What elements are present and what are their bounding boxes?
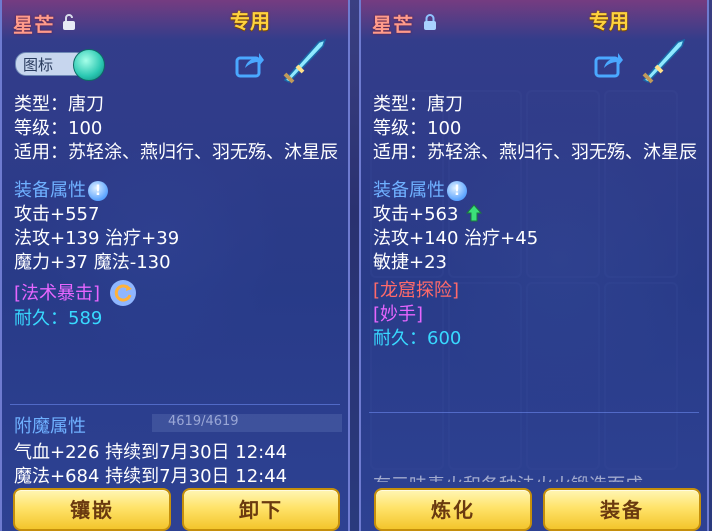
item-level: 等级：100 [373,118,462,139]
icon-toggle[interactable]: 图标 [15,48,105,81]
item-stats: 类型：唐刀 等级：100 适用：苏轻涂、燕归行、羽无殇、沐星辰 装备属性 ! 攻… [373,93,703,351]
skill-name: [妙手] [373,304,424,325]
item-stats: 类型：唐刀 等级：100 适用：苏轻涂、燕归行、羽无殇、沐星辰 装备属性 ! 攻… [14,93,344,331]
stat-attack: 攻击+563 [373,204,459,225]
item-applies: 适用：苏轻涂、燕归行、羽无殇、沐星辰 [14,142,338,163]
divider [10,404,340,405]
divider [369,412,699,413]
locked-padlock-icon[interactable] [423,14,437,30]
sword-icon [283,38,327,84]
attributes-header-label: 装备属性 [14,180,86,201]
skill-line: [法术暴击] [14,279,344,307]
unlocked-padlock-icon[interactable] [62,14,76,30]
item-type: 类型：唐刀 [14,94,104,115]
compared-item-tooltip: 星芒 专用 类型：唐刀 等级：100 适用：苏轻涂、燕归行、羽无殇、沐星辰 装备… [359,0,709,531]
equipped-item-tooltip: 星芒 专用 图标 类型：唐刀 等级：100 适用：苏轻涂、燕归行、羽无殇、沐星辰… [0,0,350,531]
enchant-header: 附魔属性 [14,416,86,437]
item-name: 星芒 [372,13,414,37]
toggle-knob [73,49,105,81]
item-type: 类型：唐刀 [373,94,463,115]
enchant-mp: 魔法+684 持续到7月30日 12:44 [14,466,288,487]
stat-attack: 攻击+557 [14,204,100,225]
attributes-header-label: 装备属性 [373,180,445,201]
enchant-hp: 气血+226 持续到7月30日 12:44 [14,442,288,463]
durability: 耐久：600 [373,328,462,349]
attributes-header: 装备属性 ! [373,179,703,203]
item-description: 有三味毒火和各种法火火锻造而成 [373,474,703,482]
item-level: 等级：100 [14,118,103,139]
info-icon[interactable]: ! [88,181,108,201]
durability: 耐久：589 [14,308,103,329]
share-icon[interactable] [594,50,624,78]
stat-magic-power: 魔力+37 魔法-130 [14,252,171,273]
stat-magic-attack-heal: 法攻+139 治疗+39 [14,228,180,249]
stat-agility: 敏捷+23 [373,252,447,273]
refresh-icon[interactable] [109,279,137,307]
share-icon[interactable] [235,50,265,78]
info-icon[interactable]: ! [447,181,467,201]
equip-button[interactable]: 装备 [543,488,701,531]
up-arrow-icon [466,204,483,222]
inlay-button[interactable]: 镶嵌 [13,488,171,531]
enchant-list: 气血+226 持续到7月30日 12:44 魔法+684 持续到7月30日 12… [14,441,354,489]
exclusive-tag: 专用 [230,9,270,33]
refine-button[interactable]: 炼化 [374,488,532,531]
exclusive-tag: 专用 [589,9,629,33]
skill-name: [法术暴击] [14,283,101,304]
special-effect: [龙窟探险] [373,280,460,301]
item-applies: 适用：苏轻涂、燕归行、羽无殇、沐星辰 [373,142,697,163]
stat-magic-attack-heal: 法攻+140 治疗+45 [373,228,539,249]
item-name: 星芒 [13,13,55,37]
attributes-header: 装备属性 ! [14,179,344,203]
sword-icon [642,38,686,84]
durability-bar-text: 4619/4619 [168,414,239,429]
stat-attack-row: 攻击+563 [373,203,703,227]
toggle-label: 图标 [23,56,54,74]
unequip-button[interactable]: 卸下 [182,488,340,531]
